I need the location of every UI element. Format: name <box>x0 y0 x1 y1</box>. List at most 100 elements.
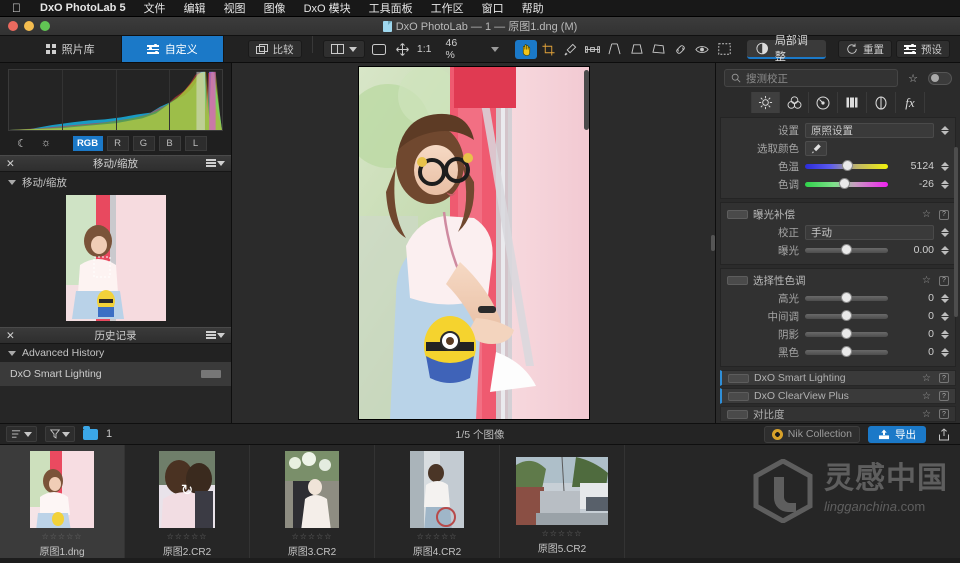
menu-item-dxo-modules[interactable]: DxO 模块 <box>295 0 360 16</box>
right-panel-resize-handle[interactable] <box>711 235 715 251</box>
wb-setting-select[interactable]: 原照设置 <box>805 122 934 138</box>
filter-button[interactable] <box>45 426 75 442</box>
favorites-star-button[interactable]: ☆ <box>903 69 923 87</box>
marquee-tool-button[interactable] <box>713 40 735 59</box>
exposure-section-header[interactable]: 曝光补偿 ☆ ? <box>721 206 955 223</box>
st-black-stepper[interactable] <box>940 347 950 357</box>
wb-tint-value[interactable]: -26 <box>894 178 934 190</box>
tab-customize[interactable]: 自定义 <box>121 36 224 62</box>
menu-item-edit[interactable]: 编辑 <box>175 0 215 16</box>
list-item[interactable]: DxO Smart Lighting <box>0 362 231 386</box>
eye-tool-button[interactable] <box>691 40 713 59</box>
selective-tone-help-icon[interactable]: ? <box>939 275 949 286</box>
wb-setting-stepper[interactable] <box>940 125 950 135</box>
filmstrip-item-2[interactable]: ↻ ☆☆☆☆☆ 原图2.CR2 <box>125 445 250 558</box>
slider-knob[interactable] <box>840 346 852 357</box>
exposure-mode-select[interactable]: 手动 <box>805 224 934 240</box>
exposure-slider[interactable] <box>805 244 888 255</box>
tab-color[interactable] <box>780 92 809 113</box>
zoom-dropdown-chevron-icon[interactable] <box>491 46 500 52</box>
filmstrip-item-5[interactable]: ☆☆☆☆☆ 原图5.CR2 <box>500 445 625 558</box>
slider-knob[interactable] <box>839 178 851 189</box>
clearview-help-icon[interactable]: ? <box>939 391 949 401</box>
menu-app-name[interactable]: DxO PhotoLab 5 <box>31 2 135 14</box>
smart-lighting-help-icon[interactable]: ? <box>939 373 949 383</box>
nik-collection-button[interactable]: Nik Collection <box>763 425 860 443</box>
highlight-clip-button[interactable]: ☼ <box>36 135 56 151</box>
histogram-channel-b[interactable]: B <box>158 135 181 151</box>
histogram-channel-g[interactable]: G <box>132 135 155 151</box>
keystone-rect-tool-button[interactable] <box>647 40 669 59</box>
tab-detail[interactable] <box>809 92 838 113</box>
navigator-menu-button[interactable] <box>206 159 225 168</box>
slider-knob[interactable] <box>840 310 852 321</box>
wb-eyedropper-button[interactable] <box>805 140 827 156</box>
contrast-help-icon[interactable]: ? <box>939 409 949 419</box>
section-dxo-smart-lighting[interactable]: DxO Smart Lighting ☆ ? <box>720 370 956 386</box>
exposure-favorite-icon[interactable]: ☆ <box>922 209 931 220</box>
st-midtone-stepper[interactable] <box>940 311 950 321</box>
menu-item-image[interactable]: 图像 <box>255 0 295 16</box>
search-input[interactable]: 搜测校正 <box>724 69 898 87</box>
wb-temp-slider[interactable] <box>805 160 888 171</box>
filmstrip-item-3[interactable]: ☆☆☆☆☆ 原图3.CR2 <box>250 445 375 558</box>
st-highlight-slider[interactable] <box>805 292 888 303</box>
compare-button[interactable]: 比较 <box>247 40 302 58</box>
smart-lighting-favorite-icon[interactable]: ☆ <box>922 373 931 384</box>
st-shadow-slider[interactable] <box>805 328 888 339</box>
tab-geometry[interactable] <box>838 92 867 113</box>
history-list[interactable]: DxO Smart Lighting <box>0 362 231 423</box>
export-button[interactable]: 导出 <box>868 425 926 443</box>
folder-icon[interactable] <box>83 425 98 440</box>
shadow-clip-button[interactable]: ☾ <box>12 135 32 151</box>
menu-item-tool-panels[interactable]: 工具面板 <box>360 0 422 16</box>
menu-item-window[interactable]: 窗口 <box>473 0 513 16</box>
image-vertical-scrollbar[interactable] <box>583 70 589 130</box>
zoom-ratio-label[interactable]: 1:1 <box>417 43 432 55</box>
menu-item-help[interactable]: 帮助 <box>513 0 553 16</box>
slider-knob[interactable] <box>841 160 853 171</box>
rating-stars[interactable]: ☆☆☆☆☆ <box>292 532 333 541</box>
st-black-value[interactable]: 0 <box>894 346 934 358</box>
eyedropper-tool-button[interactable] <box>559 40 581 59</box>
st-midtone-value[interactable]: 0 <box>894 310 934 322</box>
exposure-stepper[interactable] <box>940 245 950 255</box>
slider-knob[interactable] <box>840 292 852 303</box>
fit-to-screen-button[interactable] <box>369 40 389 59</box>
filmstrip[interactable]: ☆☆☆☆☆ 原图1.dng ↻ ☆☆☆☆☆ 原图2.CR2 ☆☆☆☆☆ 原图3.… <box>0 445 960 558</box>
rating-stars[interactable]: ☆☆☆☆☆ <box>542 529 583 538</box>
wb-tint-slider[interactable] <box>805 178 888 189</box>
slider-knob[interactable] <box>840 328 852 339</box>
histogram-channel-l[interactable]: L <box>184 135 207 151</box>
crop-tool-button[interactable] <box>537 40 559 59</box>
st-highlight-stepper[interactable] <box>940 293 950 303</box>
zoom-percent-value[interactable]: 46 % <box>446 37 468 61</box>
panel-toggle-switch[interactable] <box>928 71 952 85</box>
filmstrip-item-1[interactable]: ☆☆☆☆☆ 原图1.dng <box>0 445 125 558</box>
smart-lighting-enable-checkbox[interactable] <box>728 373 749 383</box>
tab-effects[interactable]: fx <box>896 92 925 113</box>
st-shadow-value[interactable]: 0 <box>894 328 934 340</box>
wb-temp-stepper[interactable] <box>940 161 950 171</box>
wb-tint-stepper[interactable] <box>940 179 950 189</box>
perspective-tool-button[interactable] <box>603 40 625 59</box>
selective-tone-section-header[interactable]: 选择性色调 ☆ ? <box>721 272 955 289</box>
wb-temp-value[interactable]: 5124 <box>894 160 934 172</box>
reset-button[interactable]: 重置 <box>837 40 892 58</box>
st-shadow-stepper[interactable] <box>940 329 950 339</box>
keystone-tool-button[interactable] <box>625 40 647 59</box>
section-contrast[interactable]: 对比度 ☆ ? <box>720 406 956 422</box>
image-viewer[interactable] <box>232 63 715 423</box>
history-section-header[interactable]: Advanced History <box>0 344 231 362</box>
share-button[interactable] <box>934 426 954 442</box>
menu-item-view[interactable]: 视图 <box>215 0 255 16</box>
selective-tone-favorite-icon[interactable]: ☆ <box>922 275 931 286</box>
filmstrip-item-4[interactable]: ☆☆☆☆☆ 原图4.CR2 <box>375 445 500 558</box>
histogram-channel-r[interactable]: R <box>106 135 129 151</box>
tab-light[interactable] <box>751 92 780 113</box>
exposure-mode-stepper[interactable] <box>940 227 950 237</box>
tab-photo-library[interactable]: 照片库 <box>20 36 122 62</box>
history-menu-button[interactable] <box>206 331 225 340</box>
corrections-scroll-area[interactable]: 设置 原照设置 选取颜色 色温 5124 色调 -26 曝光补偿 ☆ ? 校正 … <box>716 117 960 423</box>
repair-tool-button[interactable] <box>669 40 691 59</box>
